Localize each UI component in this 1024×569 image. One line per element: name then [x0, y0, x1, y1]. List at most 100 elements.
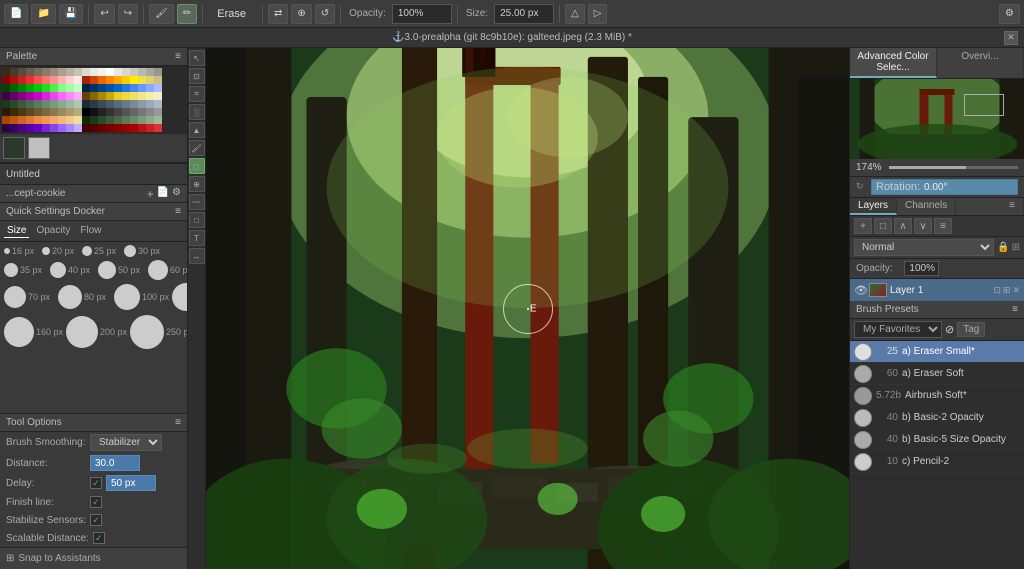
- layer-visibility-icon[interactable]: 👁: [854, 284, 866, 296]
- palette-cell[interactable]: [82, 116, 90, 124]
- play-btn[interactable]: ▷: [588, 4, 608, 24]
- palette-cell[interactable]: [146, 116, 154, 124]
- brush-circle-80[interactable]: [58, 285, 82, 309]
- tab-opacity[interactable]: Opacity: [33, 224, 73, 238]
- tab-overview[interactable]: Overvi...: [937, 48, 1024, 78]
- palette-cell[interactable]: [130, 100, 138, 108]
- palette-cell[interactable]: [106, 92, 114, 100]
- palette-cell[interactable]: [58, 108, 66, 116]
- palette-cell[interactable]: [154, 100, 162, 108]
- palette-cell[interactable]: [122, 124, 130, 132]
- palette-cell[interactable]: [42, 68, 50, 76]
- palette-cell[interactable]: [34, 100, 42, 108]
- palette-cell[interactable]: [74, 124, 82, 132]
- palette-cell[interactable]: [154, 108, 162, 116]
- palette-cell[interactable]: [50, 84, 58, 92]
- brush-circle-70[interactable]: [4, 286, 26, 308]
- palette-cell[interactable]: [106, 116, 114, 124]
- tool-smudge[interactable]: 〰: [189, 194, 205, 210]
- tool-text[interactable]: T: [189, 230, 205, 246]
- palette-cell[interactable]: [34, 116, 42, 124]
- palette-cell[interactable]: [26, 116, 34, 124]
- palette-cell[interactable]: [2, 108, 10, 116]
- palette-cell[interactable]: [90, 100, 98, 108]
- palette-cell[interactable]: [122, 100, 130, 108]
- tool-brush[interactable]: 🖌: [189, 140, 205, 156]
- palette-cell[interactable]: [2, 116, 10, 124]
- palette-cell[interactable]: [82, 68, 90, 76]
- opacity-panel-value[interactable]: 100%: [904, 261, 939, 276]
- palette-cell[interactable]: [58, 100, 66, 108]
- eraser-icon-btn[interactable]: ✏: [177, 4, 197, 24]
- palette-cell[interactable]: [130, 92, 138, 100]
- palette-cell[interactable]: [2, 76, 10, 84]
- palette-cell[interactable]: [90, 92, 98, 100]
- brush-icon-btn[interactable]: 🖌: [149, 4, 174, 24]
- palette-cell[interactable]: [90, 68, 98, 76]
- palette-cell[interactable]: [34, 84, 42, 92]
- tool-clone[interactable]: ⊕: [189, 176, 205, 192]
- palette-cell[interactable]: [114, 124, 122, 132]
- quick-settings-menu[interactable]: ≡: [175, 206, 181, 217]
- palette-cell[interactable]: [130, 68, 138, 76]
- palette-cell[interactable]: [66, 108, 74, 116]
- preset-item[interactable]: 60a) Eraser Soft: [850, 363, 1024, 385]
- palette-cell[interactable]: [106, 84, 114, 92]
- palette-cell[interactable]: [66, 68, 74, 76]
- preset-item[interactable]: 5.72bAirbrush Soft*: [850, 385, 1024, 407]
- palette-cell[interactable]: [138, 84, 146, 92]
- tab-flow[interactable]: Flow: [77, 224, 104, 238]
- save-file-btn[interactable]: 💾: [59, 4, 83, 24]
- palette-cell[interactable]: [90, 108, 98, 116]
- palette-cell[interactable]: [122, 68, 130, 76]
- palette-cell[interactable]: [122, 92, 130, 100]
- palette-cell[interactable]: [26, 100, 34, 108]
- palette-cell[interactable]: [106, 100, 114, 108]
- palette-cell[interactable]: [122, 84, 130, 92]
- palette-cell[interactable]: [98, 76, 106, 84]
- palette-cell[interactable]: [10, 124, 18, 132]
- palette-cell[interactable]: [106, 124, 114, 132]
- palette-cell[interactable]: [82, 100, 90, 108]
- palette-cell[interactable]: [130, 116, 138, 124]
- palette-cell[interactable]: [154, 68, 162, 76]
- palette-cell[interactable]: [2, 100, 10, 108]
- palette-cell[interactable]: [66, 76, 74, 84]
- palette-cell[interactable]: [10, 84, 18, 92]
- brush-section-settings-icon[interactable]: ⚙: [172, 187, 181, 201]
- palette-cell[interactable]: [58, 116, 66, 124]
- palette-cell[interactable]: [26, 76, 34, 84]
- palette-cell[interactable]: [50, 124, 58, 132]
- palette-cell[interactable]: [154, 84, 162, 92]
- palette-cell[interactable]: [98, 116, 106, 124]
- brush-section-file-icon[interactable]: 📄: [157, 187, 169, 201]
- triangle-btn[interactable]: △: [565, 4, 585, 24]
- brush-circle-35[interactable]: [4, 263, 18, 277]
- stabilize-sensors-checkbox[interactable]: ✓: [90, 514, 102, 526]
- palette-cell[interactable]: [130, 108, 138, 116]
- layer-extra-opts[interactable]: ⊞: [1012, 242, 1020, 253]
- finish-line-checkbox[interactable]: ✓: [90, 496, 102, 508]
- palette-cell[interactable]: [146, 84, 154, 92]
- palette-cell[interactable]: [98, 84, 106, 92]
- brush-circle-250[interactable]: [130, 315, 164, 349]
- palette-cell[interactable]: [26, 92, 34, 100]
- layer-row-1[interactable]: 👁 Layer 1 ⊡ ⊞ ✕: [850, 279, 1024, 301]
- palette-cell[interactable]: [66, 92, 74, 100]
- brush-smoothing-dropdown[interactable]: Stabilizer: [90, 434, 162, 451]
- palette-cell[interactable]: [146, 124, 154, 132]
- palette-cell[interactable]: [18, 124, 26, 132]
- palette-cell[interactable]: [122, 116, 130, 124]
- tag-btn[interactable]: Tag: [957, 322, 985, 337]
- palette-cell[interactable]: [42, 100, 50, 108]
- preset-item[interactable]: 25a) Eraser Small*: [850, 341, 1024, 363]
- palette-cell[interactable]: [10, 76, 18, 84]
- wrap-btn[interactable]: ⊕: [291, 4, 311, 24]
- palette-cell[interactable]: [98, 124, 106, 132]
- palette-cell[interactable]: [2, 84, 10, 92]
- tool-select[interactable]: ↖: [189, 50, 205, 66]
- palette-cell[interactable]: [90, 76, 98, 84]
- palette-cell[interactable]: [50, 76, 58, 84]
- palette-cell[interactable]: [50, 100, 58, 108]
- settings-btn[interactable]: ⚙: [999, 4, 1020, 24]
